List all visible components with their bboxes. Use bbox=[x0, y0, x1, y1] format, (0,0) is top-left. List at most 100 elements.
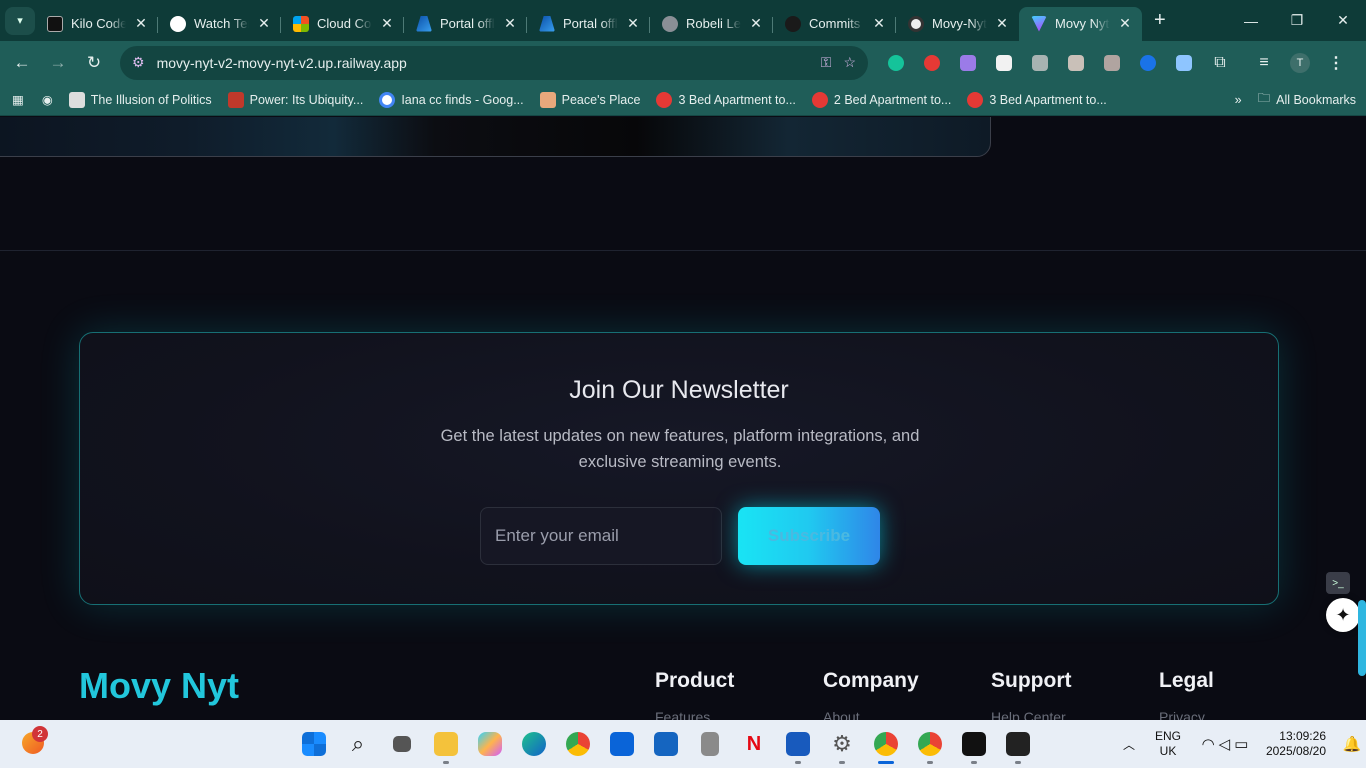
taskbar-apps: ⌕ N ⚙ bbox=[292, 720, 1040, 768]
side-scroll-indicator[interactable] bbox=[1358, 600, 1366, 676]
windows-start-icon[interactable] bbox=[292, 720, 336, 768]
bookmark-favicon-icon bbox=[967, 91, 984, 108]
footer-column-company: Company About bbox=[823, 669, 919, 720]
footer-column-support: Support Help Center bbox=[991, 669, 1071, 720]
footer-link[interactable]: Help Center bbox=[991, 709, 1071, 720]
bookmark-favicon-icon bbox=[656, 91, 673, 108]
minimize-icon[interactable]: — bbox=[1228, 0, 1274, 41]
password-key-icon[interactable]: ⚿ bbox=[821, 54, 832, 71]
copilot-icon[interactable] bbox=[468, 720, 512, 768]
email-input[interactable] bbox=[480, 507, 722, 565]
tab-robeli[interactable]: Robeli Lea ✕ bbox=[650, 7, 773, 41]
chrome-profile-icon[interactable] bbox=[864, 720, 908, 768]
bookmark-item[interactable]: 3 Bed Apartment to... bbox=[648, 91, 803, 108]
bookmark-favicon-icon bbox=[539, 91, 556, 108]
tab-movy-nyt-1[interactable]: Movy-Nyt ✕ bbox=[896, 7, 1019, 41]
footer-link[interactable]: Privacy bbox=[1159, 709, 1214, 720]
adblock-icon[interactable] bbox=[914, 54, 950, 71]
subscribe-button[interactable]: Subscribe bbox=[738, 507, 880, 565]
notification-bell-icon[interactable]: 🔔 bbox=[1338, 735, 1366, 753]
bookmark-item[interactable]: Peace's Place bbox=[532, 91, 649, 108]
edge-icon[interactable] bbox=[512, 720, 556, 768]
tab-title: Cloud Cor bbox=[317, 16, 372, 31]
reload-icon[interactable]: ↻ bbox=[76, 53, 112, 73]
close-icon[interactable]: ✕ bbox=[380, 15, 394, 32]
tab-cloud[interactable]: Cloud Cor ✕ bbox=[281, 7, 404, 41]
search-icon[interactable]: ⌕ bbox=[336, 720, 380, 768]
close-icon[interactable]: ✕ bbox=[503, 15, 517, 32]
word-icon[interactable] bbox=[776, 720, 820, 768]
all-bookmarks-folder[interactable]: 🗀 All Bookmarks bbox=[1258, 89, 1356, 110]
close-icon[interactable]: ✕ bbox=[995, 15, 1009, 32]
url-text[interactable]: movy-nyt-v2-movy-nyt-v2.up.railway.app bbox=[157, 55, 809, 71]
rocket-icon[interactable] bbox=[1166, 54, 1202, 71]
grammarly-icon[interactable] bbox=[878, 54, 914, 71]
bookmark-star-icon[interactable]: ☆ bbox=[843, 54, 856, 71]
chrome-icon[interactable] bbox=[556, 720, 600, 768]
back-arrow-icon[interactable]: ← bbox=[4, 53, 40, 73]
app-cube-icon[interactable] bbox=[996, 720, 1040, 768]
close-icon[interactable]: ✕ bbox=[872, 15, 886, 32]
tab-strip: ▾ Kilo Code ✕ Watch Ter ✕ Cloud Cor ✕ Po… bbox=[0, 0, 1366, 41]
extension-gray-icon[interactable] bbox=[1022, 54, 1058, 71]
extension-r-icon[interactable] bbox=[1058, 54, 1094, 71]
footer-column-legal: Legal Privacy bbox=[1159, 669, 1214, 720]
bookmark-favicon-icon bbox=[68, 91, 85, 108]
extensions-puzzle-icon[interactable]: ⧉ bbox=[1202, 54, 1238, 72]
file-explorer-icon[interactable] bbox=[424, 720, 468, 768]
tab-kilo-code[interactable]: Kilo Code ✕ bbox=[35, 7, 158, 41]
tab-portal-2[interactable]: Portal offl ✕ bbox=[527, 7, 650, 41]
settings-icon[interactable]: ⚙ bbox=[820, 720, 864, 768]
close-icon[interactable]: ✕ bbox=[749, 15, 763, 32]
tab-search-button[interactable]: ▾ bbox=[5, 6, 35, 35]
footer-link[interactable]: About bbox=[823, 709, 919, 720]
extension-rocket-small-icon[interactable] bbox=[1094, 54, 1130, 71]
bookmark-item[interactable]: 2 Bed Apartment to... bbox=[804, 91, 959, 108]
extension-blue-icon[interactable] bbox=[1130, 54, 1166, 71]
bookmark-item[interactable]: 3 Bed Apartment to... bbox=[959, 91, 1114, 108]
new-tab-button[interactable]: + bbox=[1154, 9, 1166, 32]
tray-overflow-chevron-icon[interactable]: ︿ bbox=[1114, 736, 1144, 753]
wifi-volume-battery-icon[interactable]: ◠◁▭ bbox=[1192, 735, 1262, 753]
restore-icon[interactable]: ❐ bbox=[1274, 0, 1320, 41]
bookmark-globe-icon[interactable]: ◉ bbox=[34, 92, 61, 107]
bookmark-item[interactable]: Iana cc finds - Goog... bbox=[371, 91, 531, 108]
footer-brand[interactable]: Movy Nyt bbox=[79, 665, 239, 707]
store-icon[interactable] bbox=[644, 720, 688, 768]
tab-commits[interactable]: Commits ✕ bbox=[773, 7, 896, 41]
media-controls-icon[interactable]: ≡ bbox=[1246, 54, 1282, 72]
profile-avatar[interactable]: T bbox=[1282, 52, 1318, 73]
site-info-icon[interactable]: ⚙ bbox=[132, 54, 145, 71]
chrome-profile-2-icon[interactable] bbox=[908, 720, 952, 768]
extension-game-icon[interactable] bbox=[986, 54, 1022, 71]
calculator-icon[interactable] bbox=[688, 720, 732, 768]
footer-column-product: Product Features bbox=[655, 669, 734, 720]
close-icon[interactable]: ✕ bbox=[257, 15, 271, 32]
side-panel-tool-icon[interactable]: >_ bbox=[1326, 572, 1350, 594]
close-icon[interactable]: ✕ bbox=[134, 15, 148, 32]
clock[interactable]: 13:09:26 2025/08/20 bbox=[1262, 729, 1326, 759]
address-bar[interactable]: ⚙ movy-nyt-v2-movy-nyt-v2.up.railway.app… bbox=[120, 45, 868, 80]
close-window-icon[interactable]: ✕ bbox=[1320, 0, 1366, 41]
ai-sparkle-icon[interactable]: ✦ bbox=[1326, 598, 1360, 632]
tab-movy-nyt-active[interactable]: Movy Nyt ✕ bbox=[1019, 6, 1142, 41]
task-view-icon[interactable] bbox=[380, 720, 424, 768]
footer-link[interactable]: Features bbox=[655, 709, 734, 720]
extension-purple-icon[interactable] bbox=[950, 54, 986, 71]
tab-watch[interactable]: Watch Ter ✕ bbox=[158, 7, 281, 41]
language-indicator[interactable]: ENG UK bbox=[1144, 729, 1192, 759]
more-bookmarks-chevron-icon[interactable]: » bbox=[1235, 93, 1242, 107]
bookmark-item[interactable]: Power: Its Ubiquity... bbox=[220, 91, 372, 108]
close-icon[interactable]: ✕ bbox=[626, 15, 640, 32]
app-w-icon[interactable] bbox=[952, 720, 996, 768]
menu-kebab-icon[interactable]: ⋮ bbox=[1318, 53, 1354, 73]
notification-badge: 2 bbox=[32, 726, 48, 742]
forward-arrow-icon[interactable]: → bbox=[40, 53, 76, 73]
tab-portal-1[interactable]: Portal offl ✕ bbox=[404, 7, 527, 41]
folder-icon: 🗀 bbox=[1257, 91, 1271, 105]
bookmark-item[interactable]: The Illusion of Politics bbox=[61, 91, 220, 108]
apps-grid-icon[interactable]: ▦ bbox=[0, 92, 34, 107]
netflix-icon[interactable]: N bbox=[732, 720, 776, 768]
close-icon[interactable]: ✕ bbox=[1118, 15, 1132, 32]
azure-data-icon[interactable] bbox=[600, 720, 644, 768]
